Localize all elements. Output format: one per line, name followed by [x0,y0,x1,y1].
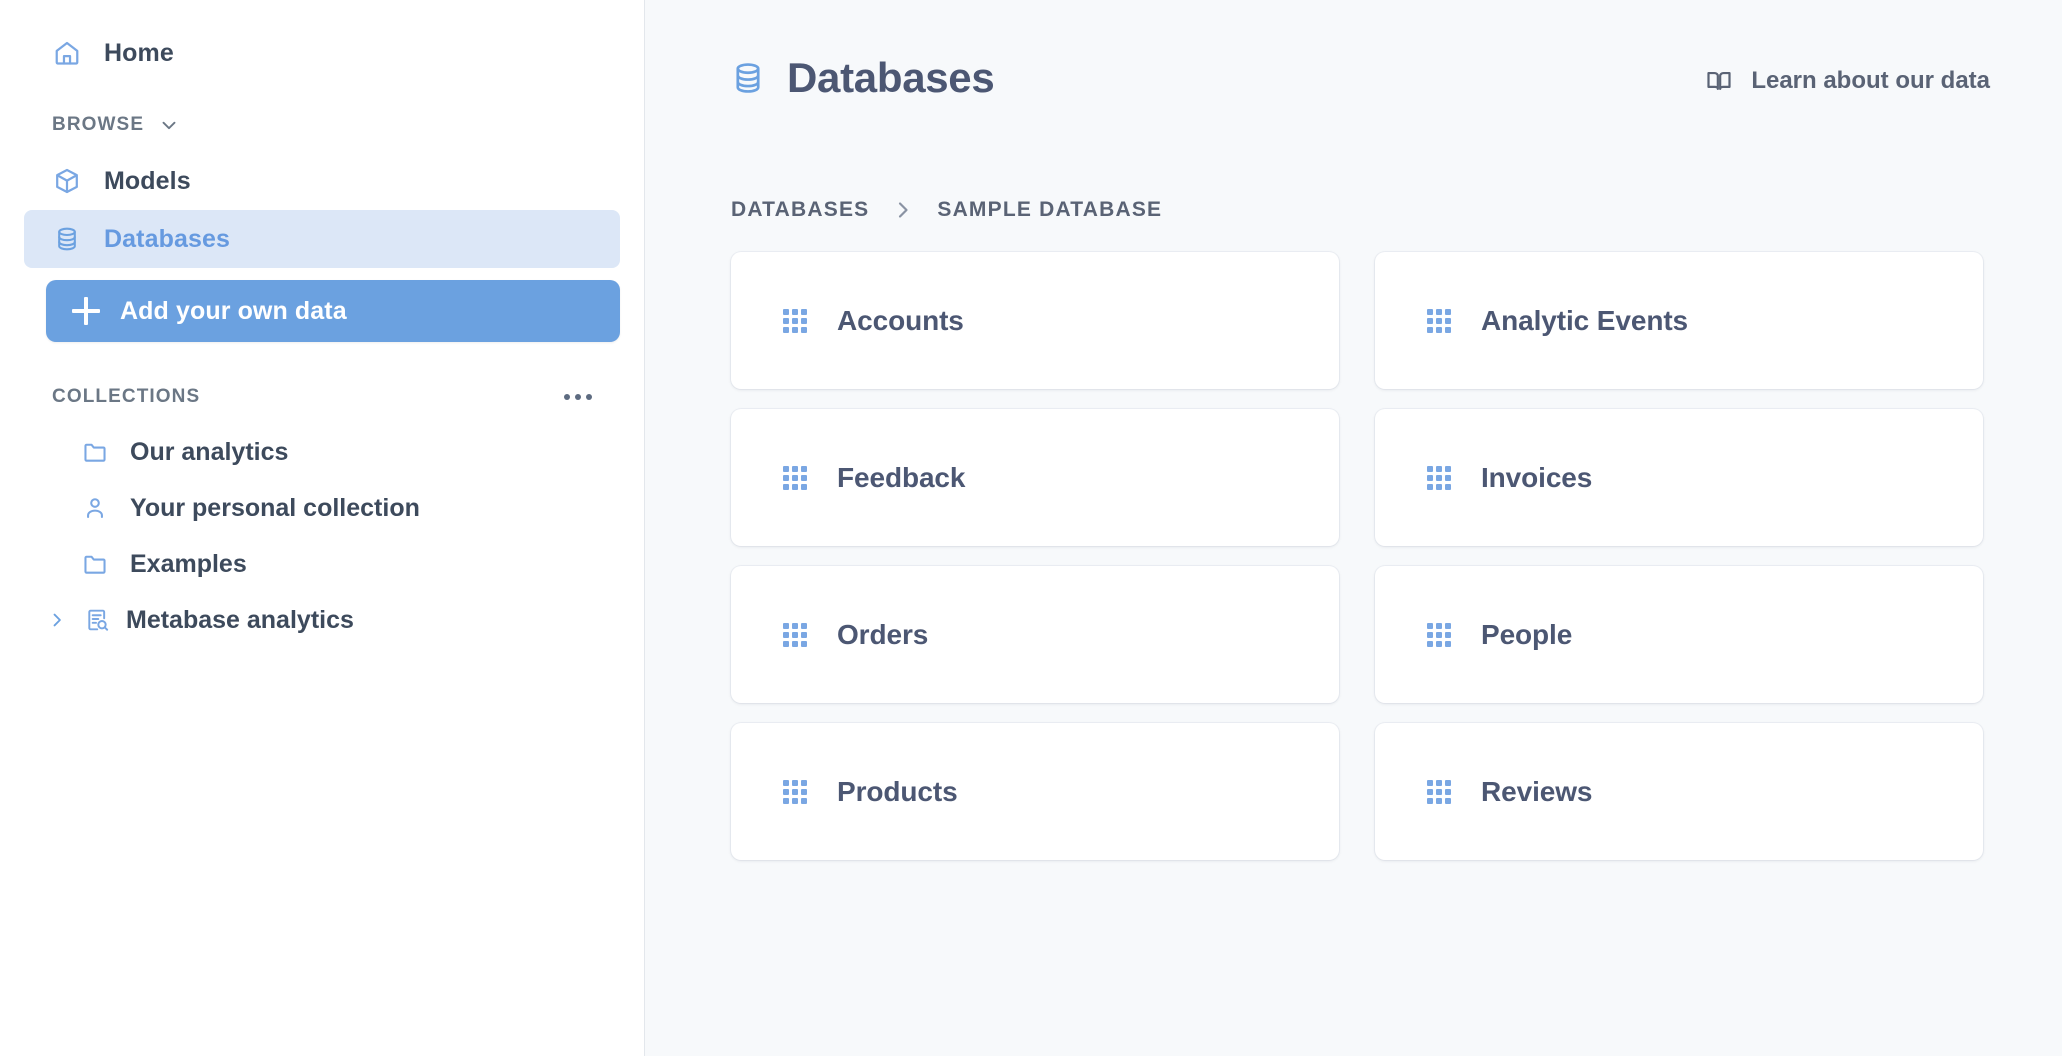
breadcrumb-item-sample-database[interactable]: SAMPLE DATABASE [937,198,1162,222]
sidebar-item-metabase-analytics-label: Metabase analytics [126,606,354,635]
plus-icon [72,297,100,325]
collections-section-header: COLLECTIONS [24,376,620,418]
table-grid-icon [783,623,807,647]
table-card-feedback[interactable]: Feedback [731,409,1339,546]
page-title-wrap: Databases [731,54,994,102]
sidebar-item-home[interactable]: Home [24,24,620,82]
sidebar-item-our-analytics[interactable]: Our analytics [24,424,620,480]
table-grid-icon [1427,309,1451,333]
breadcrumb: DATABASES SAMPLE DATABASE [731,198,2062,222]
add-your-own-data-button[interactable]: Add your own data [46,280,620,342]
table-card-people[interactable]: People [1375,566,1983,703]
sidebar-item-your-personal-collection[interactable]: Your personal collection [24,480,620,536]
home-icon [52,38,82,68]
app-root: Home BROWSE Models [0,0,2062,1056]
chevron-down-icon[interactable] [158,114,180,136]
folder-icon [80,437,110,467]
learn-about-our-data-label: Learn about our data [1751,67,1990,95]
model-cube-icon [52,166,82,196]
table-grid-icon [783,309,807,333]
chevron-right-icon[interactable] [46,610,68,630]
table-card-label: Orders [837,619,928,651]
sidebar-item-examples-label: Examples [130,550,247,579]
main-content: Databases Learn about our data DATABASES [645,0,2062,1056]
table-card-label: Invoices [1481,462,1592,494]
sidebar-item-databases-label: Databases [104,225,230,254]
page-title: Databases [787,54,994,102]
chevron-right-icon [891,198,915,222]
table-grid-icon [783,466,807,490]
table-grid-icon [783,780,807,804]
sidebar-item-metabase-analytics[interactable]: Metabase analytics [24,592,620,648]
sidebar: Home BROWSE Models [0,0,645,1056]
browse-section-label: BROWSE [52,114,144,136]
main-header: Databases Learn about our data [645,0,2062,102]
table-card-accounts[interactable]: Accounts [731,252,1339,389]
person-icon [80,493,110,523]
learn-about-our-data-link[interactable]: Learn about our data [1705,67,1990,95]
table-card-analytic-events[interactable]: Analytic Events [1375,252,1983,389]
database-icon [731,60,765,96]
ellipsis-icon[interactable] [558,388,598,406]
table-card-invoices[interactable]: Invoices [1375,409,1983,546]
table-card-label: Analytic Events [1481,305,1688,337]
table-card-label: People [1481,619,1572,651]
sidebar-item-models[interactable]: Models [24,152,620,210]
table-grid-icon [1427,466,1451,490]
document-search-icon [82,605,112,635]
table-card-orders[interactable]: Orders [731,566,1339,703]
book-icon [1705,67,1733,95]
tables-grid: Accounts Analytic Events Feedback Invoic… [731,252,2062,860]
sidebar-item-your-personal-collection-label: Your personal collection [130,494,420,523]
sidebar-item-home-label: Home [104,39,174,68]
sidebar-item-databases[interactable]: Databases [24,210,620,268]
sidebar-item-our-analytics-label: Our analytics [130,438,288,467]
table-card-products[interactable]: Products [731,723,1339,860]
table-card-label: Reviews [1481,776,1592,808]
add-your-own-data-label: Add your own data [120,297,347,326]
sidebar-item-models-label: Models [104,167,191,196]
table-card-label: Feedback [837,462,965,494]
folder-icon [80,549,110,579]
browse-section-header[interactable]: BROWSE [24,104,620,146]
database-icon [52,224,82,254]
breadcrumb-item-databases[interactable]: DATABASES [731,198,869,222]
table-card-reviews[interactable]: Reviews [1375,723,1983,860]
table-card-label: Products [837,776,958,808]
table-grid-icon [1427,623,1451,647]
table-grid-icon [1427,780,1451,804]
collections-section-label: COLLECTIONS [52,386,200,408]
sidebar-item-examples[interactable]: Examples [24,536,620,592]
table-card-label: Accounts [837,305,964,337]
